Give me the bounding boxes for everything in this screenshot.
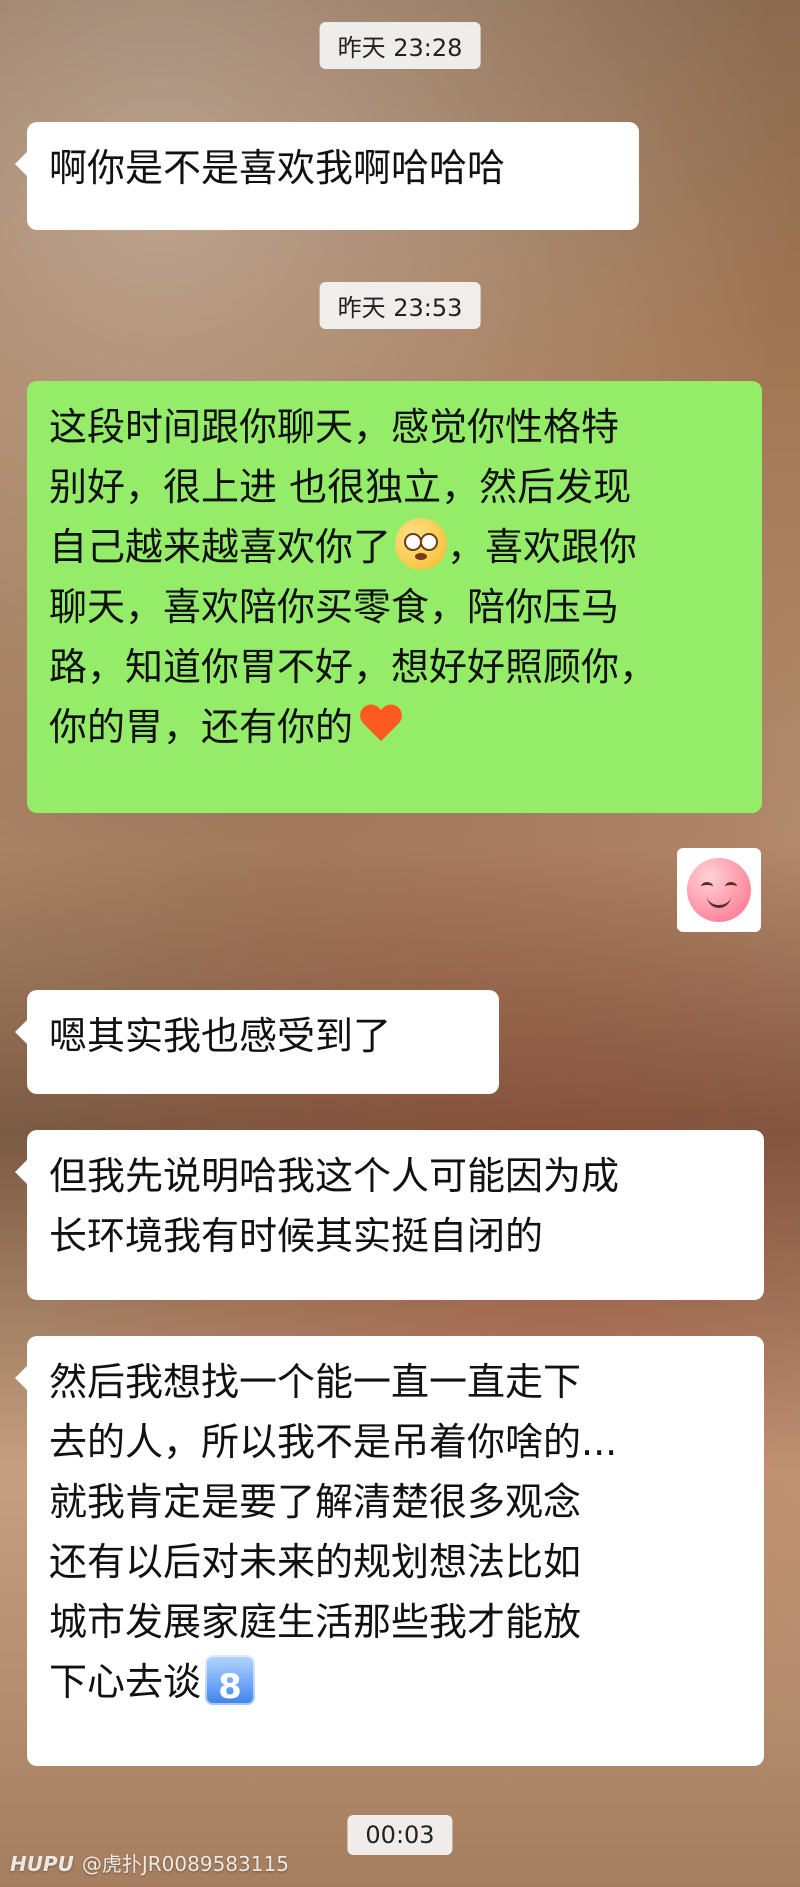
blush-face-sticker[interactable] [677, 848, 761, 932]
heart-icon [359, 703, 403, 747]
message-text: 但我先说明哈我这个人可能因为成 长环境我有时候其实挺自闭的 [49, 1154, 620, 1258]
message-bubble-right[interactable]: 这段时间跟你聊天，感觉你性格特 别好，很上进 也很独立，然后发现 自己越来越喜欢… [27, 381, 762, 813]
watermark: HUPU @虎扑JR0089583115 [10, 1848, 289, 1877]
watermark-brand: HUPU [10, 1852, 74, 1876]
message-text: 这段时间跟你聊天，感觉你性格特 别好，很上进 也很独立，然后发现 自己越来越喜欢… [49, 397, 740, 757]
keycap-8-icon: 8 [205, 1655, 256, 1707]
message-bubble-left[interactable]: 然后我想找一个能一直一直走下 去的人，所以我不是吊着你啥的... 就我肯定是要了… [15, 1336, 764, 1766]
blush-face-icon [687, 858, 751, 922]
timestamp: 昨天 23:53 [319, 282, 481, 329]
flushed-mouth [415, 553, 428, 560]
timestamp: 00:03 [347, 1815, 453, 1855]
message-text: 啊你是不是喜欢我啊哈哈哈 [49, 146, 506, 190]
message-bubble-left[interactable]: 嗯其实我也感受到了 [15, 990, 499, 1094]
timestamp: 昨天 23:28 [319, 22, 481, 69]
message-bubble-left[interactable]: 但我先说明哈我这个人可能因为成 长环境我有时候其实挺自闭的 [15, 1130, 764, 1300]
message-text: 然后我想找一个能一直一直走下 去的人，所以我不是吊着你啥的... 就我肯定是要了… [49, 1352, 742, 1712]
flushed-face-icon [395, 518, 448, 570]
message-text-part-1: 然后我想找一个能一直一直走下 去的人，所以我不是吊着你啥的... 就我肯定是要了… [49, 1360, 618, 1704]
message-bubble-left[interactable]: 啊你是不是喜欢我啊哈哈哈 [15, 122, 639, 230]
blush-mouth [707, 895, 731, 908]
watermark-text: @虎扑JR0089583115 [81, 1852, 289, 1876]
message-text: 嗯其实我也感受到了 [49, 1014, 392, 1058]
keycap-8-label: 8 [218, 1667, 242, 1707]
